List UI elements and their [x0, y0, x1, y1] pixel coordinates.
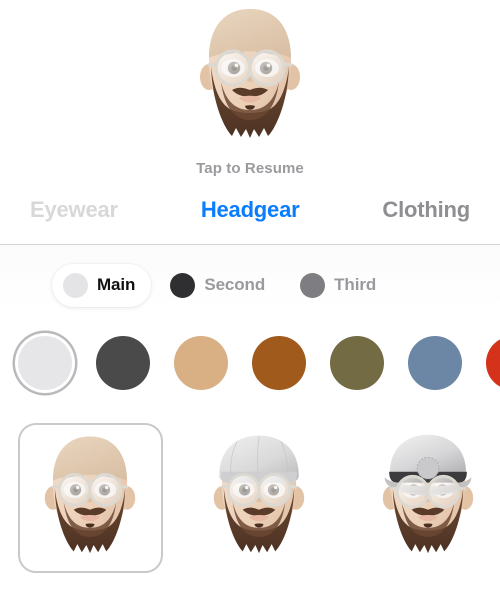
- layer-chip-second[interactable]: Second: [159, 264, 281, 307]
- color-swatch-dark-gray[interactable]: [96, 336, 150, 390]
- layer-chip-main[interactable]: Main: [52, 263, 152, 307]
- layer-label-second: Second: [204, 275, 266, 294]
- tap-to-resume-label[interactable]: Tap to Resume: [0, 156, 500, 186]
- option-cell-gray-bucket-cap[interactable]: [355, 423, 500, 573]
- memoji-editor-screen: Tap to Resume Eyewear Headgear Clothing …: [0, 0, 500, 615]
- color-swatch-white[interactable]: [18, 336, 72, 390]
- thumb-gray-beanie: [207, 432, 311, 564]
- layer-segmented-control: Main Second Third: [0, 259, 500, 311]
- color-swatch-steel-blue[interactable]: [408, 336, 462, 390]
- color-swatch-olive[interactable]: [330, 336, 384, 390]
- layer-swatch-third: [300, 272, 326, 298]
- palette-section: Main Second Third: [0, 245, 500, 401]
- category-tab-bar: Eyewear Headgear Clothing: [0, 186, 500, 244]
- color-swatch-row[interactable]: [0, 311, 500, 401]
- color-swatch-red[interactable]: [486, 336, 500, 390]
- option-cell-gray-beanie[interactable]: [187, 423, 332, 573]
- tab-clothing[interactable]: Clothing: [382, 197, 470, 223]
- color-swatch-tan[interactable]: [174, 336, 228, 390]
- tab-headgear[interactable]: Headgear: [201, 197, 300, 223]
- thumb-no-headgear: [38, 432, 142, 564]
- layer-chip-third[interactable]: Third: [289, 264, 392, 307]
- option-row: [0, 423, 500, 573]
- layer-swatch-second: [170, 272, 196, 298]
- tab-eyewear[interactable]: Eyewear: [30, 197, 118, 223]
- layer-label-main: Main: [97, 275, 136, 294]
- hero-avatar[interactable]: [194, 4, 306, 150]
- option-cell-no-headgear[interactable]: [18, 423, 163, 573]
- layer-swatch-main: [63, 272, 88, 298]
- thumb-gray-bucket-cap: [376, 432, 480, 564]
- color-swatch-brown[interactable]: [252, 336, 306, 390]
- avatar-preview-area[interactable]: [0, 0, 500, 156]
- headgear-options-grid: [0, 401, 500, 573]
- layer-label-third: Third: [334, 275, 377, 294]
